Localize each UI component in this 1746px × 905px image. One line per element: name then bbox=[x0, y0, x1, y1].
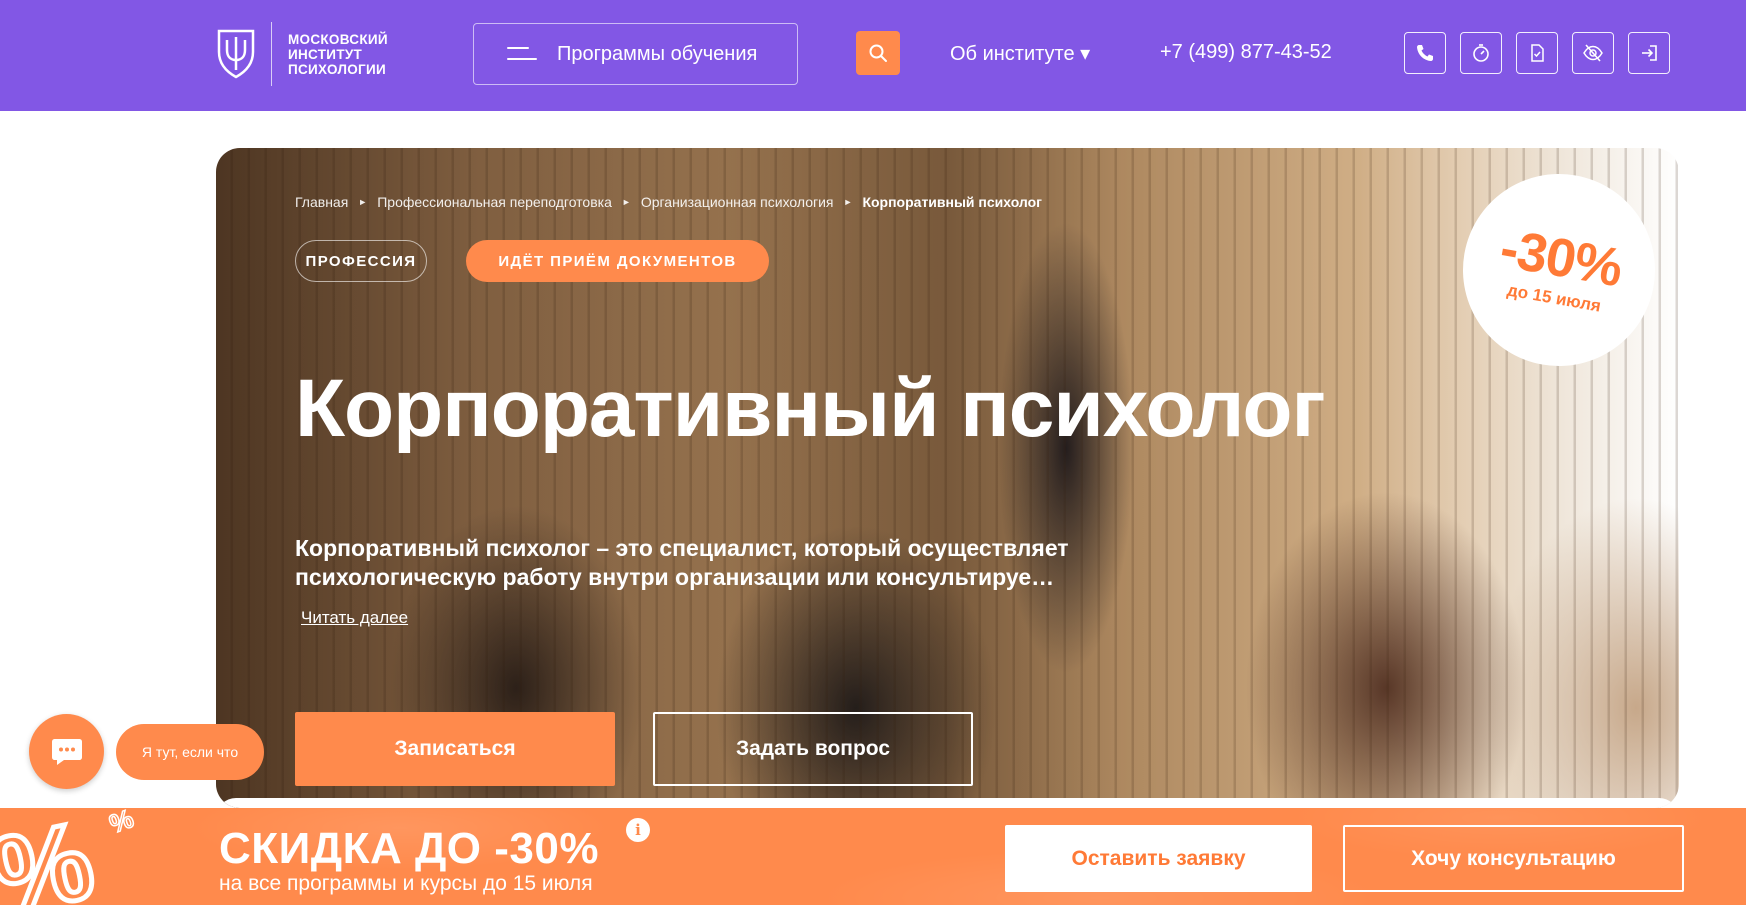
profession-tag: ПРОФЕССИЯ bbox=[295, 240, 427, 282]
phone-number-link[interactable]: +7 (499) 877-43-52 bbox=[1160, 41, 1332, 64]
promo-banner: % % СКИДКА ДО -30% i на все программы и … bbox=[0, 808, 1746, 905]
document-button[interactable] bbox=[1516, 32, 1558, 74]
breadcrumb-separator-icon: ► bbox=[358, 197, 368, 207]
ask-question-button[interactable]: Задать вопрос bbox=[653, 712, 973, 786]
accessibility-button[interactable] bbox=[1572, 32, 1614, 74]
program-description: Корпоративный психолог – это специалист,… bbox=[295, 535, 1069, 590]
read-more-link[interactable]: Читать далее bbox=[301, 608, 408, 628]
logo-line: МОСКОВСКИЙ bbox=[288, 31, 388, 47]
about-institute-dropdown[interactable]: Об институте ▾ bbox=[950, 41, 1090, 66]
promo-title: СКИДКА ДО -30% bbox=[219, 824, 599, 873]
programs-label: Программы обучения bbox=[557, 42, 758, 65]
breadcrumb-retraining[interactable]: Профессиональная переподготовка bbox=[377, 194, 612, 210]
psi-shield-icon bbox=[215, 28, 257, 80]
breadcrumb-org-psychology[interactable]: Организационная психология bbox=[641, 194, 834, 210]
breadcrumb-home[interactable]: Главная bbox=[295, 194, 348, 210]
site-header: МОСКОВСКИЙ ИНСТИТУТ ПСИХОЛОГИИ Программы… bbox=[0, 0, 1746, 111]
hero-overlay bbox=[216, 148, 1679, 808]
login-icon bbox=[1642, 45, 1657, 61]
logo-text: МОСКОВСКИЙ ИНСТИТУТ ПСИХОЛОГИИ bbox=[288, 32, 388, 77]
call-button[interactable] bbox=[1404, 32, 1446, 74]
breadcrumb-current: Корпоративный психолог bbox=[862, 194, 1043, 210]
chat-icon bbox=[51, 738, 82, 765]
consultation-button[interactable]: Хочу консультацию bbox=[1343, 825, 1684, 892]
leave-request-button[interactable]: Оставить заявку bbox=[1005, 825, 1312, 892]
hero-section: Главная ► Профессиональная переподготовк… bbox=[216, 148, 1679, 808]
logo-line: ИНСТИТУТ bbox=[288, 46, 363, 62]
chat-button[interactable] bbox=[29, 714, 104, 789]
eye-off-icon bbox=[1583, 44, 1603, 62]
logo-divider bbox=[271, 22, 272, 86]
hero-info-panel bbox=[216, 798, 1679, 808]
admission-status-tag: ИДЁТ ПРИЁМ ДОКУМЕНТОВ bbox=[466, 240, 769, 282]
breadcrumb-separator-icon: ► bbox=[843, 197, 853, 207]
timer-icon bbox=[1473, 44, 1489, 62]
menu-icon bbox=[507, 46, 537, 62]
signup-button[interactable]: Записаться bbox=[295, 712, 615, 786]
breadcrumb-separator-icon: ► bbox=[621, 197, 631, 207]
logo-line: ПСИХОЛОГИИ bbox=[288, 61, 387, 77]
search-button[interactable] bbox=[856, 31, 900, 75]
promo-subtitle: на все программы и курсы до 15 июля bbox=[219, 872, 593, 895]
breadcrumb: Главная ► Профессиональная переподготовк… bbox=[295, 194, 1042, 210]
login-button[interactable] bbox=[1628, 32, 1670, 74]
info-icon[interactable]: i bbox=[626, 818, 650, 842]
logo[interactable]: МОСКОВСКИЙ ИНСТИТУТ ПСИХОЛОГИИ bbox=[215, 22, 388, 86]
phone-icon bbox=[1417, 45, 1433, 61]
page-title: Корпоративный психолог bbox=[295, 363, 1326, 454]
timer-button[interactable] bbox=[1460, 32, 1502, 74]
document-icon bbox=[1531, 44, 1544, 62]
programs-menu-button[interactable]: Программы обучения bbox=[473, 23, 798, 85]
search-icon bbox=[869, 44, 887, 62]
chat-greeting-bubble[interactable]: Я тут, если что bbox=[116, 724, 264, 780]
